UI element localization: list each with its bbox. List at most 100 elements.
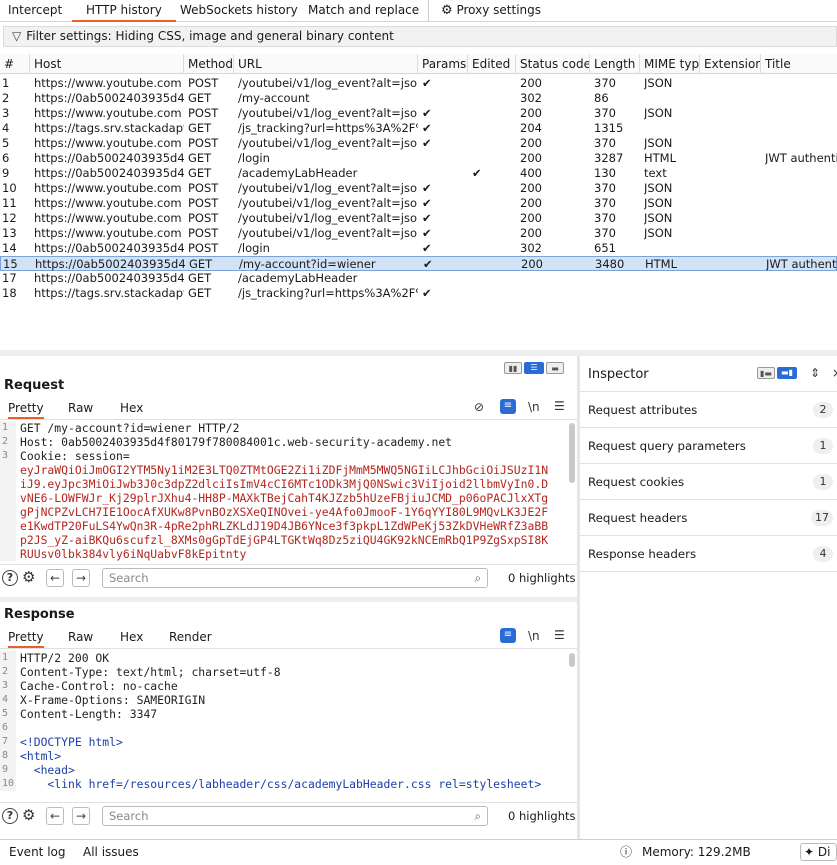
tab-intercept[interactable]: Intercept <box>8 0 62 22</box>
next-match-button[interactable]: → <box>72 807 90 825</box>
row-extension <box>704 106 761 121</box>
table-row[interactable]: 12 https://www.youtube.com POST/youtubei/v… <box>0 211 837 226</box>
request-scrollbar[interactable] <box>569 423 575 483</box>
row-params-check: ✔ <box>423 257 433 271</box>
row-extension <box>704 271 761 286</box>
row-host: https://0ab5002403935d4f... <box>34 166 184 180</box>
table-row[interactable]: 14 https://0ab5002403935d4f... POST/login ✔… <box>0 241 837 256</box>
row-edited-check <box>472 91 516 106</box>
inspector-section[interactable]: Response headers 4 <box>580 536 837 572</box>
column-header-status-code[interactable]: Status code <box>516 54 590 74</box>
response-tab-render[interactable]: Render <box>169 630 212 644</box>
table-row[interactable]: 5 https://www.youtube.com POST/youtubei/v1… <box>0 136 837 151</box>
tab-websockets-history[interactable]: WebSockets history <box>180 0 298 22</box>
inspector-section[interactable]: Request headers 17 <box>580 500 837 536</box>
table-row[interactable]: 11 https://www.youtube.com POST/youtubei/v… <box>0 196 837 211</box>
column-header-edited[interactable]: Edited <box>468 54 516 74</box>
history-table-body: 1 https://www.youtube.com POST/youtubei/v1… <box>0 76 837 306</box>
column-header-url[interactable]: URL <box>234 54 418 74</box>
newline-icon[interactable]: \n <box>528 629 540 643</box>
help-icon[interactable]: ? <box>2 570 18 586</box>
menu-icon[interactable]: ☰ <box>554 628 565 642</box>
ai-button[interactable]: ✦ Di <box>800 843 837 861</box>
all-issues-button[interactable]: All issues <box>83 840 139 864</box>
row-params-check: ✔ <box>422 106 432 120</box>
column-header-title[interactable]: Title <box>761 54 837 74</box>
row-host: https://www.youtube.com <box>34 211 182 225</box>
table-row[interactable]: 18 https://tags.srv.stackadapt.c... GET/js… <box>0 286 837 301</box>
layout-single-button[interactable]: ▬ <box>546 362 564 374</box>
row-status-code <box>520 271 590 286</box>
tab-proxy-settings[interactable]: ⚙ Proxy settings <box>428 0 541 22</box>
settings-icon[interactable]: ⚙ <box>22 806 35 824</box>
line-number: 3 <box>2 450 9 461</box>
request-response-divider[interactable] <box>0 597 577 602</box>
event-log-button[interactable]: Event log <box>9 840 65 864</box>
column-header-length[interactable]: Length <box>590 54 640 74</box>
response-scrollbar[interactable] <box>569 653 575 667</box>
request-search-input[interactable]: Search ⌕ <box>102 568 488 588</box>
response-tab-raw[interactable]: Raw <box>68 630 93 644</box>
row-title <box>765 106 837 121</box>
wrap-lines-icon[interactable]: ≡ <box>500 399 516 414</box>
column-header-params[interactable]: Params <box>418 54 468 74</box>
layout-side-by-side-button[interactable]: ▮▮ <box>504 362 522 374</box>
response-tab-hex[interactable]: Hex <box>120 630 143 644</box>
table-row[interactable]: 13 https://www.youtube.com POST/youtubei/v… <box>0 226 837 241</box>
hide-nonprintable-icon[interactable]: ⊘ <box>474 400 484 414</box>
row-method: GET <box>188 121 212 135</box>
table-row[interactable]: 4 https://tags.srv.stackadapt.c... GET/js_… <box>0 121 837 136</box>
request-tab-hex[interactable]: Hex <box>120 401 143 415</box>
column-header-method[interactable]: Method <box>184 54 234 74</box>
previous-match-button[interactable]: ← <box>46 807 64 825</box>
response-editor[interactable]: 1 2 3 4 5 6 7 8 9 10 HTTP/2 200 OK Content-Type: t… <box>0 651 577 791</box>
row-method: GET <box>188 91 212 105</box>
collapse-all-icon[interactable]: ⇕ <box>810 366 820 380</box>
wrap-lines-icon[interactable]: ≡ <box>500 628 516 643</box>
row-mime-type: JSON <box>644 211 673 225</box>
row-number: 5 <box>2 136 10 150</box>
menu-icon[interactable]: ☰ <box>554 399 565 413</box>
column-header-extension[interactable]: Extension <box>700 54 761 74</box>
request-tab-raw[interactable]: Raw <box>68 401 93 415</box>
table-row[interactable]: 3 https://www.youtube.com POST/youtubei/v1… <box>0 106 837 121</box>
settings-icon[interactable]: ⚙ <box>22 568 35 586</box>
table-row[interactable]: 9 https://0ab5002403935d4f... GET/academyL… <box>0 166 837 181</box>
inspector-layout-right-button[interactable]: ▬▮ <box>777 367 797 379</box>
row-length <box>594 286 640 301</box>
row-edited-check <box>473 257 517 272</box>
column-header-mime-type[interactable]: MIME type <box>640 54 700 74</box>
help-icon[interactable]: ? <box>2 808 18 824</box>
inspector-section[interactable]: Request query parameters 1 <box>580 428 837 464</box>
column-header-host[interactable]: Host <box>30 54 184 74</box>
tab-match-and-replace[interactable]: Match and replace <box>308 0 419 22</box>
request-tab-pretty[interactable]: Pretty <box>8 401 44 419</box>
table-row[interactable]: 17 https://0ab5002403935d4f... GET/academy… <box>0 271 837 286</box>
table-row[interactable]: 1 https://www.youtube.com POST/youtubei/v1… <box>0 76 837 91</box>
layout-stacked-button[interactable]: ☰ <box>524 362 544 374</box>
row-length: 1315 <box>594 121 624 135</box>
table-row[interactable]: 15 https://0ab5002403935d4f... GET/my-acco… <box>0 256 837 271</box>
close-icon[interactable]: × <box>832 366 837 380</box>
row-params-check: ✔ <box>422 211 432 225</box>
response-tab-pretty[interactable]: Pretty <box>8 630 44 648</box>
next-match-button[interactable]: → <box>72 569 90 587</box>
inspector-section[interactable]: Request cookies 1 <box>580 464 837 500</box>
previous-match-button[interactable]: ← <box>46 569 64 587</box>
inspector-layout-left-button[interactable]: ▮▬ <box>757 367 775 379</box>
table-row[interactable]: 10 https://www.youtube.com POST/youtubei/v… <box>0 181 837 196</box>
table-row[interactable]: 2 https://0ab5002403935d4f... GET/my-accou… <box>0 91 837 106</box>
tab-http-history[interactable]: HTTP history <box>72 0 176 22</box>
inspector-section[interactable]: Request attributes 2 <box>580 392 837 428</box>
response-code-line: <!DOCTYPE html> <box>20 735 123 749</box>
inspector-section-label: Request query parameters <box>588 439 746 453</box>
row-title <box>765 226 837 241</box>
request-editor[interactable]: 1 2 3 GET /my-account?id=wiener HTTP/2 Ho… <box>0 421 577 561</box>
row-url: /youtubei/v1/log_event?alt=json <box>238 136 418 150</box>
newline-icon[interactable]: \n <box>528 400 540 414</box>
response-search-input[interactable]: Search ⌕ <box>102 806 488 826</box>
pane-divider[interactable] <box>0 350 837 356</box>
table-row[interactable]: 6 https://0ab5002403935d4f... GET/login 200… <box>0 151 837 166</box>
filter-settings-bar[interactable]: ▽ Filter settings: Hiding CSS, image and … <box>3 26 837 47</box>
column-header-number[interactable]: # <box>0 54 30 74</box>
